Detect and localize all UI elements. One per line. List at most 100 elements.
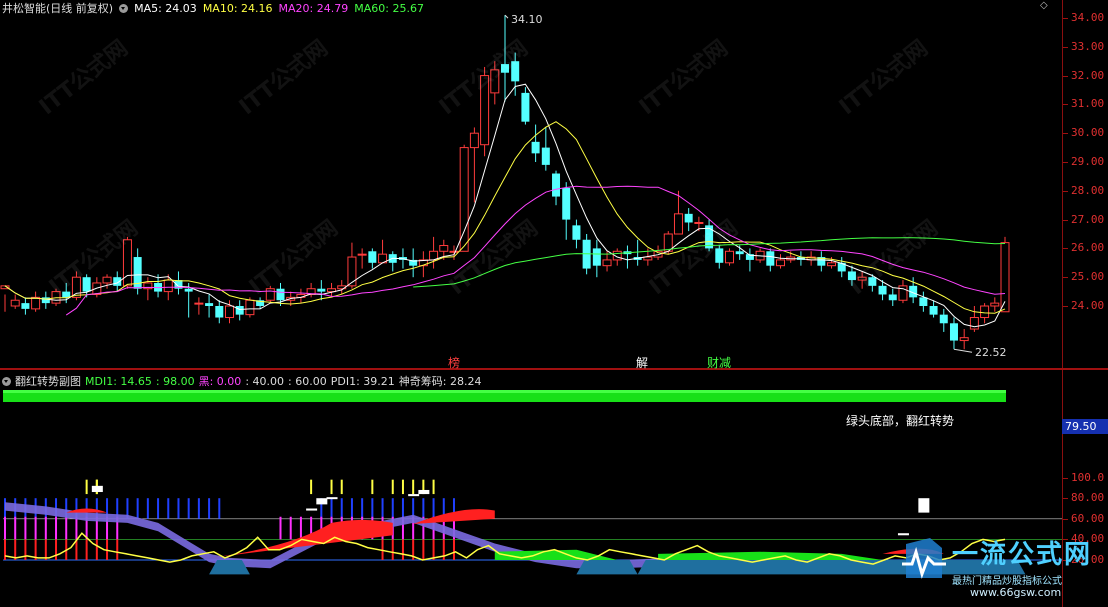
candle	[378, 239, 388, 264]
price-tick-label: 28.00	[1071, 183, 1105, 197]
candle-body	[572, 225, 581, 240]
candle	[684, 208, 693, 232]
candle	[0, 285, 10, 312]
candle-body	[949, 323, 958, 341]
candle-body	[439, 245, 449, 252]
indicator-tick-mark	[1063, 518, 1068, 520]
dropdown-icon[interactable]	[119, 3, 129, 13]
candle-body	[694, 221, 704, 224]
signal-text: 绿头底部，翻红转势	[846, 414, 955, 428]
ma20-value: MA20: 24.79	[278, 1, 349, 15]
candle	[541, 127, 550, 171]
candle	[776, 254, 786, 269]
price-tick-mark	[1063, 248, 1068, 250]
tag-caijian: 财减	[707, 356, 732, 370]
indicator-tick-mark	[1063, 498, 1068, 500]
level-60: : 60.00	[288, 374, 327, 388]
candle	[357, 248, 367, 269]
price-tick-label: 32.00	[1071, 68, 1105, 82]
candle-body	[919, 297, 928, 306]
sub-title[interactable]: 翻红转势副图	[15, 373, 81, 389]
candle	[143, 277, 153, 301]
candle-body	[602, 259, 612, 267]
price-tick-label: 31.00	[1071, 97, 1105, 111]
candle-body	[235, 306, 244, 315]
price-tick-label: 30.00	[1071, 126, 1105, 140]
candle-body	[684, 213, 693, 223]
candle	[521, 87, 530, 125]
indicator-tick-mark	[1063, 477, 1068, 479]
candle	[766, 248, 775, 272]
candle-body	[878, 285, 887, 295]
low-marker-line	[953, 348, 973, 353]
price-tick-label: 27.00	[1071, 212, 1105, 226]
price-tick-mark	[1063, 306, 1068, 307]
candle	[919, 291, 928, 312]
candle	[459, 144, 469, 252]
candle-body	[990, 302, 1000, 307]
price-tick-mark	[1063, 18, 1068, 19]
candle-body	[102, 276, 112, 284]
candle-body	[552, 173, 561, 197]
candle-body	[592, 248, 601, 266]
price-tick-mark	[1063, 75, 1068, 77]
candle	[205, 294, 214, 318]
candle	[429, 236, 439, 269]
candle-body	[766, 251, 775, 266]
price-tick-label: 26.00	[1071, 241, 1105, 255]
candle-body	[939, 314, 948, 324]
candle-body	[163, 279, 173, 293]
indicator-tick-label: 60.00	[1071, 511, 1105, 525]
candle-body	[735, 251, 744, 255]
candle-body	[245, 299, 255, 316]
white-block	[326, 497, 338, 500]
candle	[592, 239, 601, 278]
candle	[531, 124, 540, 162]
candle-body	[10, 299, 20, 307]
red-area-1	[66, 508, 108, 513]
settings-diamond-icon[interactable]: ◇	[1040, 0, 1048, 11]
candle-body	[531, 141, 540, 154]
candle	[1000, 236, 1010, 313]
candle	[562, 182, 571, 240]
indicator-tick-label: 100.0	[1071, 470, 1105, 484]
sub-dropdown-icon[interactable]	[2, 376, 11, 386]
candle-body	[969, 317, 979, 330]
candle	[215, 300, 224, 324]
site-url: www.66gsw.com	[970, 586, 1062, 599]
price-tick-mark	[1063, 277, 1068, 279]
candle-body	[562, 187, 571, 220]
ma10-value: MA10: 24.16	[202, 1, 273, 15]
candle	[552, 170, 561, 206]
white-block	[918, 498, 930, 513]
candle	[949, 317, 958, 350]
price-tick-label: 34.00	[1071, 11, 1105, 24]
candle-body	[469, 132, 479, 149]
candle	[469, 127, 479, 203]
candle-body	[959, 337, 969, 342]
candle-body	[205, 303, 214, 306]
candle	[959, 329, 969, 350]
mdi-value: MDI1: 14.65	[85, 374, 152, 388]
white-block	[316, 498, 328, 505]
price-tick-mark	[1063, 104, 1068, 106]
candle	[174, 271, 183, 295]
candle-body	[724, 250, 734, 264]
teal-mound	[576, 560, 638, 575]
current-value-badge: 79.50	[1062, 419, 1108, 434]
candle-body	[673, 213, 683, 235]
candle	[929, 300, 938, 318]
candle	[41, 291, 50, 309]
site-brand: 一流公式网	[952, 540, 1093, 570]
candle	[235, 300, 244, 321]
price-tick-label: 29.00	[1071, 155, 1105, 168]
candle	[21, 297, 30, 315]
stock-name[interactable]: 井松智能(日线 前复权)	[2, 0, 113, 16]
candle	[572, 219, 581, 249]
price-axis[interactable]: 34.00 33.00 32.00 31.00 30.00 29.00 28.00 27.00…	[1063, 0, 1108, 368]
candle-body	[541, 147, 550, 165]
chip-value: 神奇筹码: 28.24	[398, 375, 482, 388]
candle	[724, 248, 734, 266]
price-tick-label: 33.00	[1071, 39, 1105, 53]
candle-body	[317, 288, 326, 292]
